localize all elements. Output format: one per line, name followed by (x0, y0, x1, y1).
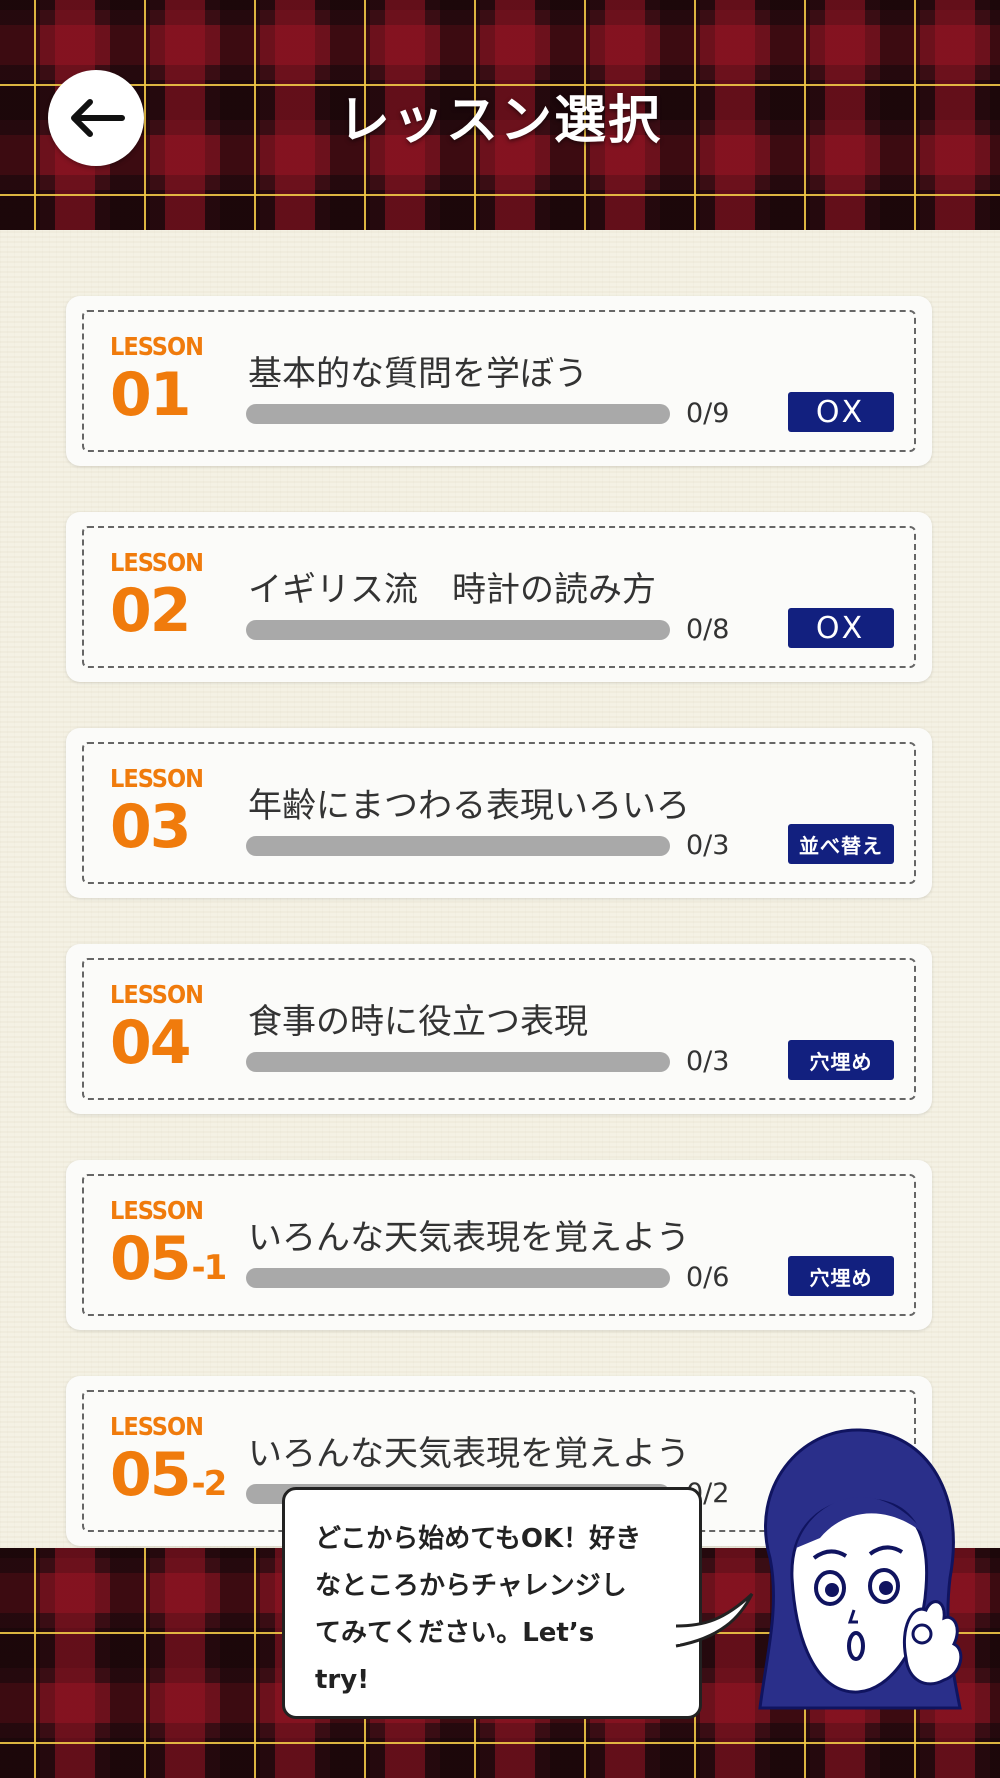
lesson-label: LESSON (110, 1196, 204, 1225)
page-title: レッスン選択 (337, 91, 662, 151)
progress-bar (246, 404, 670, 424)
lesson-label: LESSON (110, 548, 204, 577)
lesson-number: 05-1 (110, 1224, 227, 1294)
lesson-number: 04 (110, 1008, 191, 1078)
progress-count: 0/9 (686, 398, 730, 429)
quiz-type-badge: OX (788, 392, 894, 432)
lesson-title: イギリス流 時計の読み方 (248, 570, 656, 610)
lesson-title: 食事の時に役立つ表現 (248, 1002, 588, 1042)
lesson-card-04[interactable]: LESSON 04 食事の時に役立つ表現 0/3 穴埋め (66, 944, 932, 1114)
bubble-line: try! (315, 1665, 370, 1695)
lesson-title: いろんな天気表現を覚えよう (248, 1434, 690, 1474)
lesson-card-03[interactable]: LESSON 03 年齢にまつわる表現いろいろ 0/3 並べ替え (66, 728, 932, 898)
progress-bar (246, 836, 670, 856)
progress-bar (246, 1268, 670, 1288)
quiz-type-badge: OX (788, 608, 894, 648)
lesson-number: 05-2 (110, 1440, 227, 1510)
bubble-text: どこから始めてもOK！好き なところからチャレンジし てみてください。Let’s… (315, 1516, 669, 1704)
lesson-card-02[interactable]: LESSON 02 イギリス流 時計の読み方 0/8 OX (66, 512, 932, 682)
lesson-number: 03 (110, 792, 191, 862)
lesson-label: LESSON (110, 764, 204, 793)
progress-count: 0/6 (686, 1262, 730, 1293)
header-bar: レッスン選択 (0, 0, 1000, 230)
lesson-number: 02 (110, 576, 191, 646)
progress-count: 0/8 (686, 614, 730, 645)
progress-count: 0/3 (686, 1046, 730, 1077)
lesson-title: 基本的な質問を学ぼう (248, 354, 588, 394)
quiz-type-badge: 並べ替え (788, 824, 894, 864)
speech-bubble: どこから始めてもOK！好き なところからチャレンジし てみてください。Let’s… (282, 1487, 702, 1719)
lesson-title: いろんな天気表現を覚えよう (248, 1218, 690, 1258)
lesson-label: LESSON (110, 980, 204, 1009)
mascot-girl-illustration (758, 1428, 963, 1710)
bubble-line: なところからチャレンジし (315, 1571, 627, 1601)
quiz-type-badge: 穴埋め (788, 1040, 894, 1080)
progress-bar (246, 620, 670, 640)
lesson-number: 01 (110, 360, 191, 430)
lesson-list: LESSON 01 基本的な質問を学ぼう 0/9 OX LESSON 02 イギ… (0, 230, 1000, 1548)
progress-count: 0/3 (686, 830, 730, 861)
lesson-title: 年齢にまつわる表現いろいろ (248, 786, 690, 826)
lesson-label: LESSON (110, 1412, 204, 1441)
lesson-label: LESSON (110, 332, 204, 361)
lesson-card-05-1[interactable]: LESSON 05-1 いろんな天気表現を覚えよう 0/6 穴埋め (66, 1160, 932, 1330)
quiz-type-badge: 穴埋め (788, 1256, 894, 1296)
bubble-line: てみてください。Let’s (315, 1618, 595, 1648)
lesson-card-01[interactable]: LESSON 01 基本的な質問を学ぼう 0/9 OX (66, 296, 932, 466)
bubble-line: どこから始めてもOK！好き (315, 1524, 642, 1554)
progress-bar (246, 1052, 670, 1072)
